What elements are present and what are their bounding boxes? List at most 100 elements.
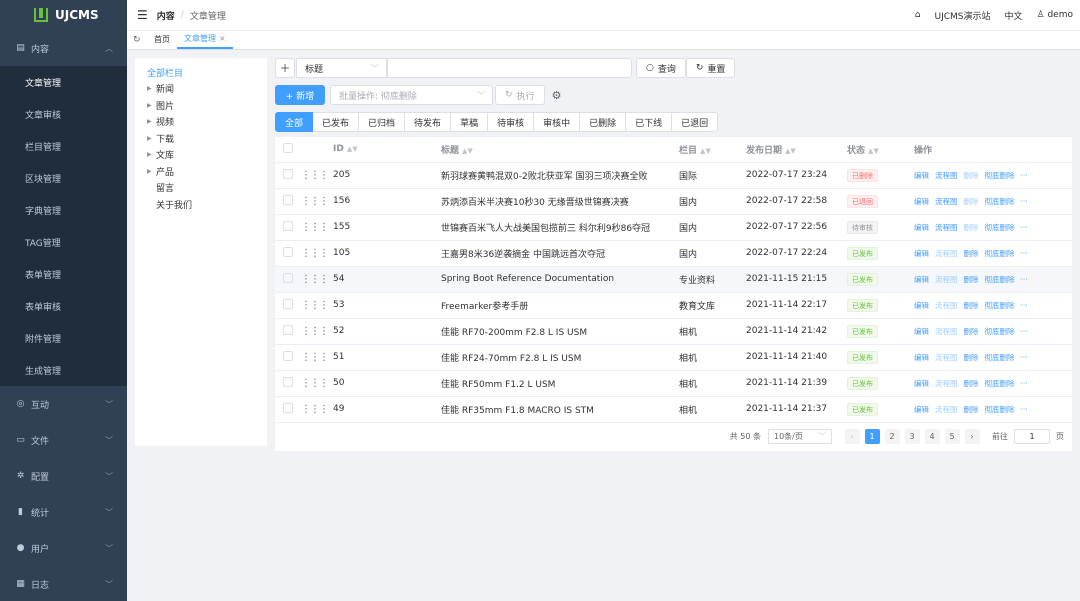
- caret-right-icon[interactable]: ▶: [147, 135, 156, 142]
- tree-node[interactable]: ▶ 文库: [135, 147, 267, 164]
- edit-link[interactable]: 编辑: [914, 353, 929, 362]
- table-row[interactable]: ⋮⋮⋮ 49 佳能 RF35mm F1.8 MACRO IS STM 相机 2021-1…: [275, 396, 1072, 423]
- delete-link[interactable]: 删除: [964, 223, 979, 232]
- search-input[interactable]: [387, 58, 632, 78]
- row-checkbox[interactable]: [283, 402, 293, 413]
- more-icon[interactable]: ···: [1021, 405, 1028, 414]
- page-button[interactable]: 5: [944, 429, 960, 444]
- purge-link[interactable]: 彻底删除: [985, 223, 1015, 232]
- delete-link[interactable]: 删除: [964, 275, 979, 284]
- drag-handle-icon[interactable]: ⋮⋮⋮: [301, 378, 329, 389]
- edit-link[interactable]: 编辑: [914, 327, 929, 336]
- edit-link[interactable]: 编辑: [914, 171, 929, 180]
- user-menu[interactable]: ♙ demo: [1037, 10, 1073, 20]
- sort-icon[interactable]: ▲▼: [462, 147, 473, 155]
- purge-link[interactable]: 彻底删除: [985, 327, 1015, 336]
- sidebar-item-dict-manage[interactable]: 字典管理: [0, 194, 127, 226]
- batch-operation-select[interactable]: 批量操作: 彻底删除 ﹀: [330, 85, 493, 105]
- row-checkbox[interactable]: [283, 376, 293, 387]
- more-icon[interactable]: ···: [1021, 249, 1028, 258]
- goto-page-input[interactable]: 1: [1014, 429, 1050, 444]
- page-button[interactable]: 4: [924, 429, 940, 444]
- menu-group-file[interactable]: ▭ 文件 ﹀: [0, 422, 127, 458]
- drag-handle-icon[interactable]: ⋮⋮⋮: [301, 196, 329, 207]
- purge-link[interactable]: 彻底删除: [985, 197, 1015, 206]
- row-checkbox[interactable]: [283, 272, 293, 283]
- next-page-button[interactable]: ›: [964, 429, 980, 444]
- close-icon[interactable]: ×: [219, 34, 226, 43]
- drag-handle-icon[interactable]: ⋮⋮⋮: [301, 326, 329, 337]
- drag-handle-icon[interactable]: ⋮⋮⋮: [301, 404, 329, 415]
- row-checkbox[interactable]: [283, 194, 293, 205]
- page-button[interactable]: 1: [864, 429, 880, 444]
- table-row[interactable]: ⋮⋮⋮ 52 佳能 RF70-200mm F2.8 L IS USM 相机 2021-1…: [275, 318, 1072, 345]
- status-tab-published[interactable]: 已发布: [313, 112, 360, 132]
- delete-link[interactable]: 删除: [964, 353, 979, 362]
- sort-icon[interactable]: ▲▼: [868, 147, 879, 155]
- delete-link[interactable]: 删除: [964, 327, 979, 336]
- tab-article-manage[interactable]: 文章管理 ×: [177, 30, 233, 49]
- tree-node[interactable]: ▶ 下载: [135, 130, 267, 147]
- more-icon[interactable]: ···: [1021, 379, 1028, 388]
- caret-right-icon[interactable]: ▶: [147, 168, 156, 175]
- more-icon[interactable]: ···: [1021, 301, 1028, 310]
- sidebar-item-channel-manage[interactable]: 栏目管理: [0, 130, 127, 162]
- flowchart-link[interactable]: 流程图: [935, 275, 958, 284]
- table-row[interactable]: ⋮⋮⋮ 50 佳能 RF50mm F1.2 L USM 相机 2021-11-14 21…: [275, 370, 1072, 397]
- tree-node[interactable]: 留言: [135, 180, 267, 197]
- status-tab-deleted[interactable]: 已删除: [580, 112, 627, 132]
- app-logo[interactable]: UJCMS: [0, 0, 127, 30]
- select-all-checkbox[interactable]: [283, 142, 293, 153]
- status-tab-offline[interactable]: 已下线: [626, 112, 673, 132]
- table-row[interactable]: ⋮⋮⋮ 54 Spring Boot Reference Documentation…: [275, 266, 1072, 293]
- row-checkbox[interactable]: [283, 246, 293, 257]
- more-icon[interactable]: ···: [1021, 171, 1028, 180]
- purge-link[interactable]: 彻底删除: [985, 171, 1015, 180]
- drag-handle-icon[interactable]: ⋮⋮⋮: [301, 352, 329, 363]
- menu-group-log[interactable]: ▦ 日志 ﹀: [0, 566, 127, 601]
- page-size-select[interactable]: 10条/页 ﹀: [768, 429, 832, 444]
- more-icon[interactable]: ···: [1021, 353, 1028, 362]
- row-checkbox[interactable]: [283, 324, 293, 335]
- flowchart-link[interactable]: 流程图: [935, 405, 958, 414]
- reset-button[interactable]: ↻ 重置: [685, 58, 736, 78]
- drag-handle-icon[interactable]: ⋮⋮⋮: [301, 274, 329, 285]
- purge-link[interactable]: 彻底删除: [985, 379, 1015, 388]
- edit-link[interactable]: 编辑: [914, 379, 929, 388]
- tree-node[interactable]: ▶ 新闻: [135, 81, 267, 98]
- drag-handle-icon[interactable]: ⋮⋮⋮: [301, 300, 329, 311]
- add-search-field-button[interactable]: +: [275, 58, 295, 78]
- purge-link[interactable]: 彻底删除: [985, 353, 1015, 362]
- edit-link[interactable]: 编辑: [914, 275, 929, 284]
- table-row[interactable]: ⋮⋮⋮ 205 新羽球赛黄鸭混双0-2败北获亚军 国羽三项决赛全败 国际 2022-07…: [275, 162, 1072, 189]
- status-tab-all[interactable]: 全部: [275, 112, 314, 132]
- search-field-select[interactable]: 标题 ﹀: [296, 58, 387, 78]
- edit-link[interactable]: 编辑: [914, 249, 929, 258]
- breadcrumb-root[interactable]: 内容: [157, 9, 175, 22]
- edit-link[interactable]: 编辑: [914, 405, 929, 414]
- refresh-icon[interactable]: ↻: [133, 35, 147, 45]
- header-channel[interactable]: 栏目 ▲▼: [679, 137, 746, 163]
- drag-handle-icon[interactable]: ⋮⋮⋮: [301, 222, 329, 233]
- language-switch[interactable]: 中文: [1005, 9, 1023, 22]
- status-tab-scheduled[interactable]: 待发布: [405, 112, 452, 132]
- table-row[interactable]: ⋮⋮⋮ 156 苏炳添百米半决赛10秒30 无缘晋级世锦赛决赛 国内 2022-07-1…: [275, 188, 1072, 215]
- table-row[interactable]: ⋮⋮⋮ 105 王嘉男8米36逆袭摘金 中国跳远首次夺冠 国内 2022-07-17 2…: [275, 240, 1072, 267]
- prev-page-button[interactable]: ‹: [844, 429, 860, 444]
- home-icon[interactable]: ⌂: [915, 10, 921, 20]
- sidebar-item-article-review[interactable]: 文章审核: [0, 98, 127, 130]
- more-icon[interactable]: ···: [1021, 327, 1028, 336]
- status-tab-draft[interactable]: 草稿: [451, 112, 489, 132]
- header-date[interactable]: 发布日期 ▲▼: [746, 137, 847, 163]
- menu-group-interact[interactable]: ◎ 互动 ﹀: [0, 386, 127, 422]
- flowchart-link[interactable]: 流程图: [935, 171, 958, 180]
- tree-node[interactable]: ▶ 图片: [135, 97, 267, 114]
- tree-node[interactable]: 关于我们: [135, 196, 267, 213]
- delete-link[interactable]: 删除: [964, 197, 979, 206]
- purge-link[interactable]: 彻底删除: [985, 405, 1015, 414]
- caret-right-icon[interactable]: ▶: [147, 102, 156, 109]
- sidebar-item-form-manage[interactable]: 表单管理: [0, 258, 127, 290]
- menu-group-stats[interactable]: ▮ 统计 ﹀: [0, 494, 127, 530]
- caret-right-icon[interactable]: ▶: [147, 85, 156, 92]
- page-button[interactable]: 3: [904, 429, 920, 444]
